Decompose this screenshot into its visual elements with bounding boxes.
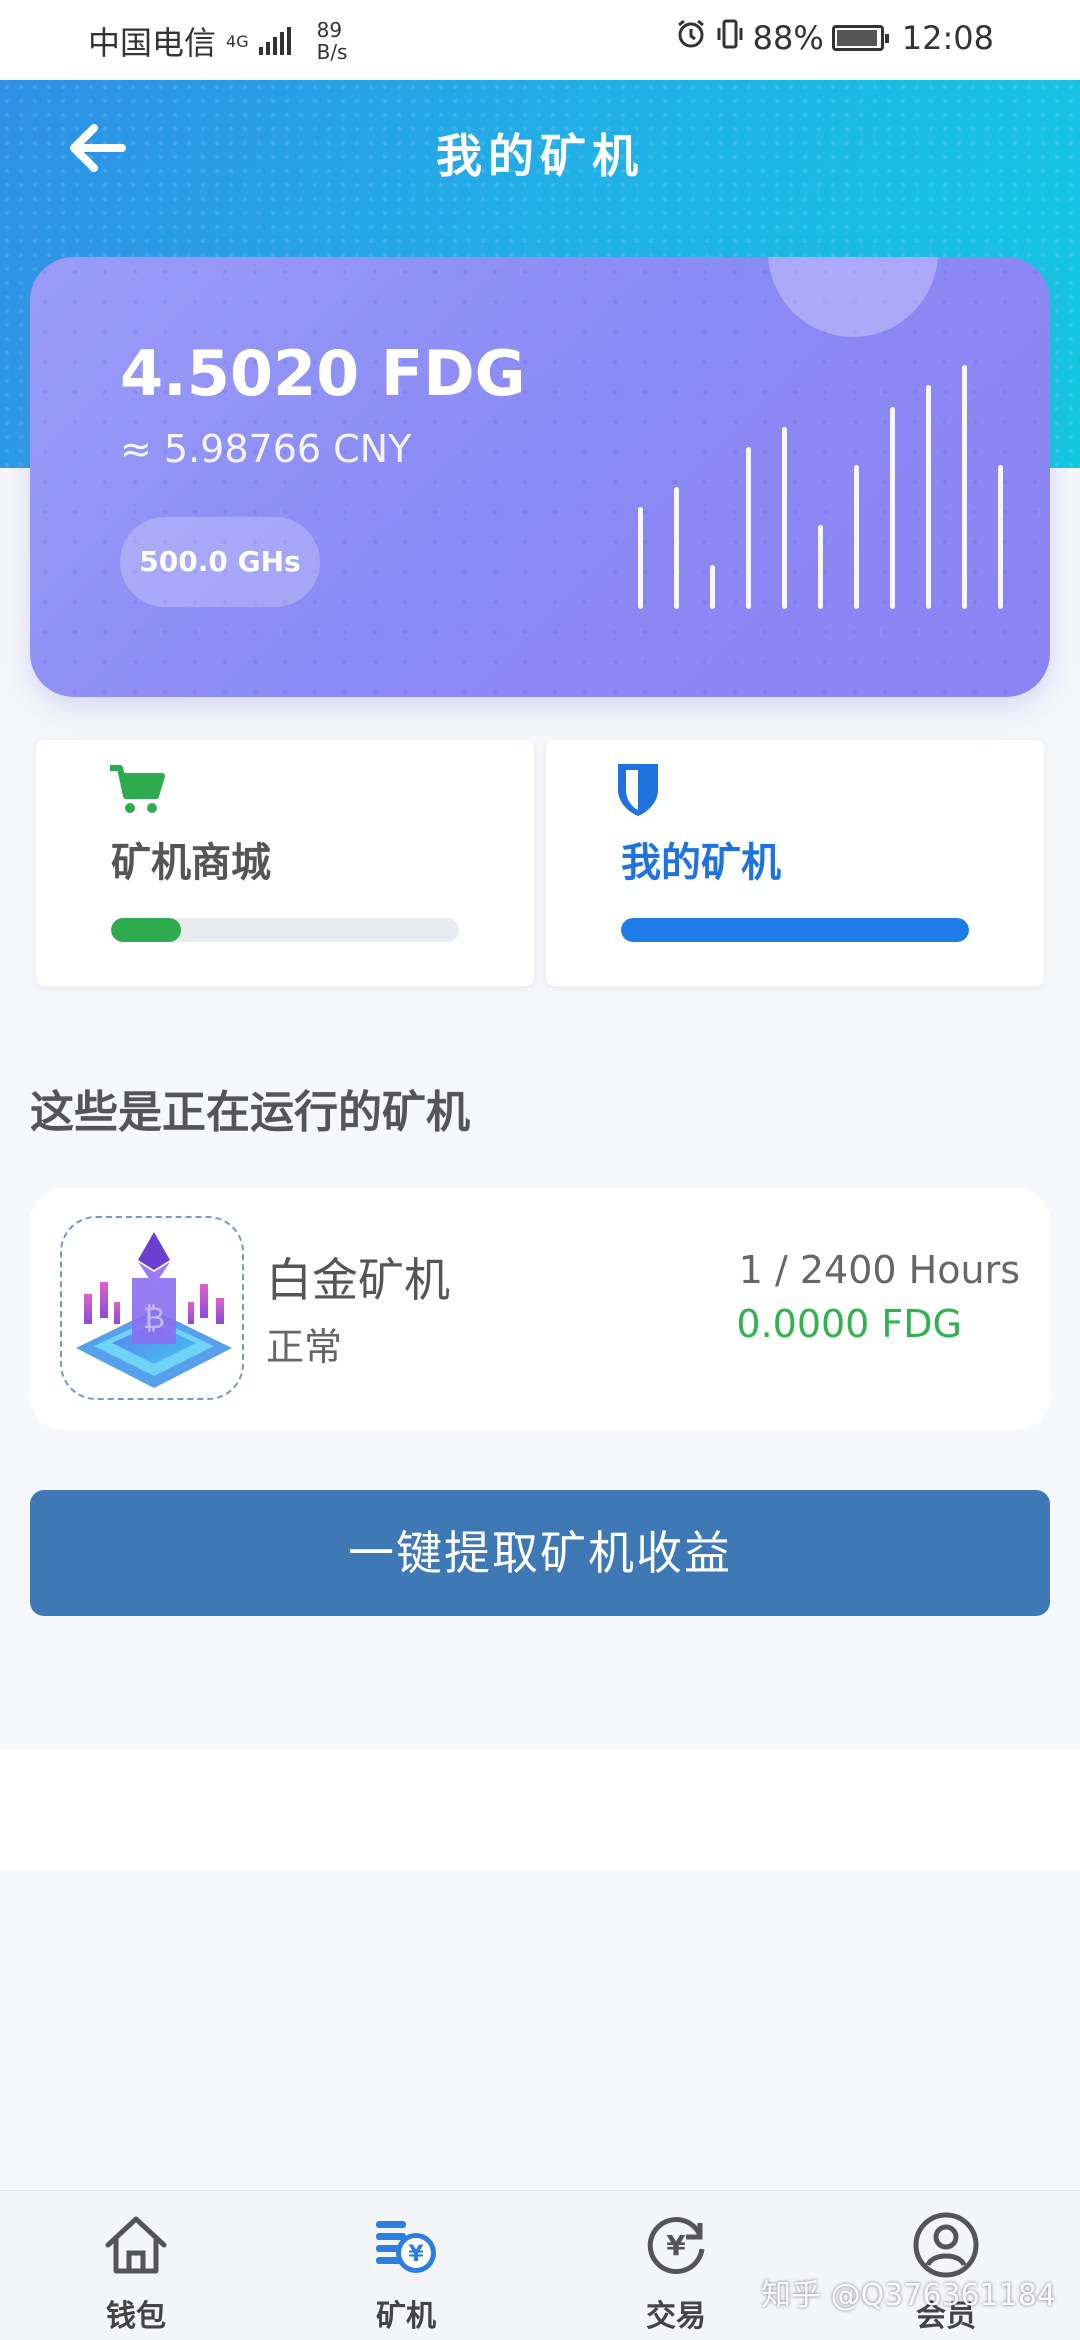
claim-earnings-button[interactable]: 一键提取矿机收益 [30,1490,1050,1616]
battery-percent: 88% [752,19,824,57]
svg-text:₿: ₿ [143,1301,165,1336]
deco-bar [710,565,715,609]
svg-text:¥: ¥ [408,2242,424,2267]
svg-text:¥: ¥ [666,2229,686,2262]
clock: 12:08 [901,19,994,57]
tab-progress [621,918,969,942]
network-type: 4G [226,31,249,51]
net-speed: 89 B/s [317,19,348,63]
section-title: 这些是正在运行的矿机 [30,1087,470,1138]
tab-progress [111,918,459,942]
deco-bar [638,507,643,609]
miner-hours: 1 / 2400 Hours [738,1248,1020,1292]
status-bar: 中国电信 4G 89 B/s 88% 12:08 [0,0,1080,80]
nav-item-miner[interactable]: ¥ 矿机 [336,2209,476,2335]
tab-miner-shop[interactable]: 矿机商城 [36,740,534,986]
bottom-nav: 钱包 ¥ 矿机 ¥ 交易 会员 [0,2190,1080,2340]
nav-label: 交易 [646,2299,706,2334]
page-title: 我的矿机 [436,129,644,183]
nav-label: 钱包 [106,2299,166,2334]
miner-status: 正常 [266,1325,343,1369]
balance-card: 4.5020 FDG ≈ 5.98766 CNY 500.0 GHs [30,257,1050,697]
nav-label: 矿机 [376,2299,436,2334]
status-left: 中国电信 4G 89 B/s [88,18,347,64]
tab-my-miners[interactable]: 我的矿机 [546,740,1044,986]
deco-bar [818,525,823,609]
miner-image: ₿ [60,1216,244,1400]
yen-exchange-icon: ¥ [640,2209,712,2281]
deco-bar [854,465,859,609]
nav-item-wallet[interactable]: 钱包 [66,2209,206,2335]
deco-bar [782,427,787,609]
deco-bar [998,465,1003,609]
deco-bar [674,487,679,609]
tab-progress-fill [111,918,181,942]
deco-bar [962,365,967,609]
home-icon [100,2209,172,2281]
vibrate-icon [715,18,745,58]
shield-icon [618,762,678,818]
deco-bar [890,407,895,609]
net-speed-unit: B/s [316,40,348,64]
deco-bar [746,447,751,609]
status-right: 88% 12:08 [675,18,994,58]
miner-name: 白金矿机 [266,1253,450,1307]
tab-label: 矿机商城 [111,840,271,886]
watermark: 知乎 @Q376361184 [761,2278,1056,2313]
battery-icon [831,25,889,51]
coins-icon: ¥ [370,2209,442,2281]
miner-card[interactable]: ₿ 白金矿机 正常 1 / 2400 Hours 0.0000 FDG [30,1188,1050,1430]
carrier-label: 中国电信 [88,24,217,62]
cart-icon [108,762,168,818]
alarm-icon [675,18,707,58]
tab-label: 我的矿机 [621,840,781,886]
spacer [0,1750,1080,1870]
net-speed-value: 89 [316,18,343,42]
signal-icon [258,27,291,55]
nav-item-trade[interactable]: ¥ 交易 [606,2209,746,2335]
deco-bar [926,385,931,609]
tab-progress-fill [621,918,969,942]
miner-earnings: 0.0000 FDG [736,1302,962,1346]
decorative-bars [30,257,1050,697]
